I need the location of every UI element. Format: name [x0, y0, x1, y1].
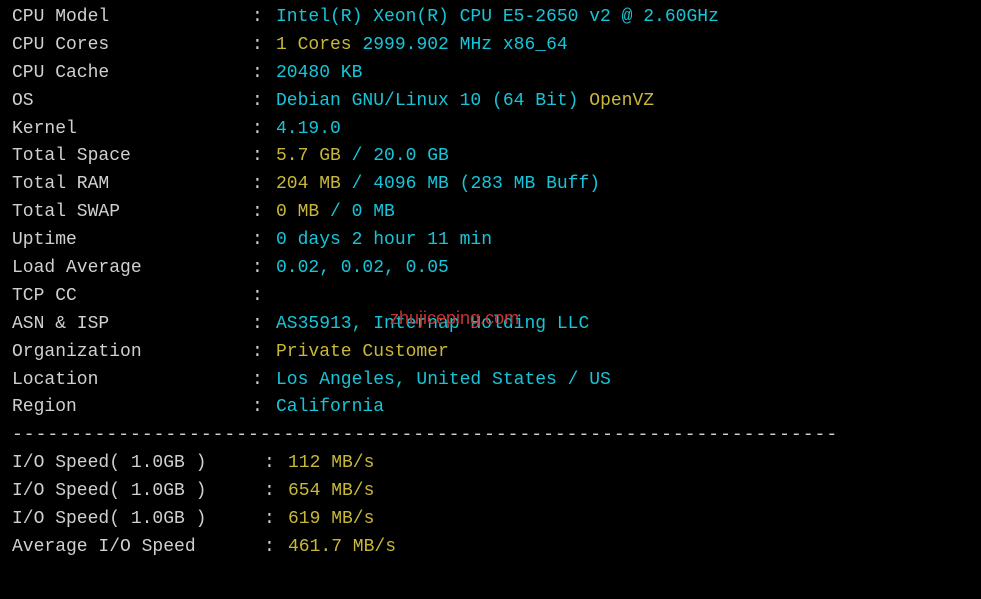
cpu-model-label: CPU Model [12, 4, 252, 32]
cpu-model-value: Intel(R) Xeon(R) CPU E5-2650 v2 @ 2.60GH… [276, 4, 719, 32]
total-space-used: 5.7 GB [276, 143, 341, 171]
region-row: Region: California [12, 394, 969, 422]
os-virt: OpenVZ [589, 88, 654, 116]
io-speed-value: 654 MB/s [288, 478, 374, 506]
cpu-cores-label: CPU Cores [12, 32, 252, 60]
load-avg-value: 0.02, 0.02, 0.05 [276, 255, 449, 283]
asn-isp-label: ASN & ISP [12, 311, 252, 339]
total-swap-label: Total SWAP [12, 199, 252, 227]
location-value: Los Angeles, United States / US [276, 367, 611, 395]
colon: : [252, 88, 276, 116]
io-speed-value: 112 MB/s [288, 450, 374, 478]
watermark-text: zhujiceping.com [390, 305, 519, 333]
os-name: Debian GNU/Linux 10 (64 Bit) [276, 88, 578, 116]
colon: : [252, 143, 276, 171]
cpu-cores-freq [352, 32, 363, 60]
organization-label: Organization [12, 339, 252, 367]
io-average-value: 461.7 MB/s [288, 534, 396, 562]
colon: : [252, 199, 276, 227]
colon: : [252, 60, 276, 88]
uptime-value: 0 days 2 hour 11 min [276, 227, 492, 255]
colon: : [252, 367, 276, 395]
organization-value: Private Customer [276, 339, 449, 367]
io-speed-row-3: I/O Speed( 1.0GB ): 619 MB/s [12, 506, 969, 534]
total-space-label: Total Space [12, 143, 252, 171]
colon: : [264, 506, 288, 534]
colon: : [252, 283, 276, 311]
colon: : [252, 32, 276, 60]
location-row: Location: Los Angeles, United States / U… [12, 367, 969, 395]
total-ram-total: 4096 MB [373, 171, 449, 199]
colon: : [252, 227, 276, 255]
os-row: OS: Debian GNU/Linux 10 (64 Bit) OpenVZ [12, 88, 969, 116]
total-ram-label: Total RAM [12, 171, 252, 199]
colon: : [264, 478, 288, 506]
io-average-row: Average I/O Speed: 461.7 MB/s [12, 534, 969, 562]
cpu-cores-row: CPU Cores: 1 Cores 2999.902 MHz x86_64 [12, 32, 969, 60]
io-speed-value: 619 MB/s [288, 506, 374, 534]
cpu-cache-value: 20480 KB [276, 60, 362, 88]
io-speed-row-1: I/O Speed( 1.0GB ): 112 MB/s [12, 450, 969, 478]
colon: : [252, 394, 276, 422]
cpu-cache-row: CPU Cache: 20480 KB [12, 60, 969, 88]
total-space-row: Total Space: 5.7 GB / 20.0 GB [12, 143, 969, 171]
kernel-value: 4.19.0 [276, 116, 341, 144]
os-label: OS [12, 88, 252, 116]
total-space-total: 20.0 GB [373, 143, 449, 171]
io-speed-label: I/O Speed( 1.0GB ) [12, 450, 264, 478]
load-avg-label: Load Average [12, 255, 252, 283]
total-swap-total: 0 MB [352, 199, 395, 227]
uptime-row: Uptime: 0 days 2 hour 11 min [12, 227, 969, 255]
kernel-label: Kernel [12, 116, 252, 144]
total-ram-buff: (283 MB Buff) [460, 171, 600, 199]
total-swap-used: 0 MB [276, 199, 319, 227]
kernel-row: Kernel: 4.19.0 [12, 116, 969, 144]
colon: : [252, 171, 276, 199]
uptime-label: Uptime [12, 227, 252, 255]
section-divider: ----------------------------------------… [12, 422, 969, 450]
colon: : [252, 4, 276, 32]
colon: : [252, 116, 276, 144]
cpu-cache-label: CPU Cache [12, 60, 252, 88]
colon: : [252, 339, 276, 367]
region-label: Region [12, 394, 252, 422]
load-avg-row: Load Average: 0.02, 0.02, 0.05 [12, 255, 969, 283]
cpu-cores-count: 1 Cores [276, 32, 352, 60]
colon: : [264, 534, 288, 562]
total-ram-row: Total RAM: 204 MB / 4096 MB (283 MB Buff… [12, 171, 969, 199]
total-swap-row: Total SWAP: 0 MB / 0 MB [12, 199, 969, 227]
io-average-label: Average I/O Speed [12, 534, 264, 562]
colon: : [252, 255, 276, 283]
io-speed-label: I/O Speed( 1.0GB ) [12, 506, 264, 534]
io-speed-row-2: I/O Speed( 1.0GB ): 654 MB/s [12, 478, 969, 506]
cpu-cores-freq-val: 2999.902 MHz x86_64 [362, 32, 567, 60]
location-label: Location [12, 367, 252, 395]
total-ram-used: 204 MB [276, 171, 341, 199]
region-value: California [276, 394, 384, 422]
io-speed-label: I/O Speed( 1.0GB ) [12, 478, 264, 506]
tcp-cc-label: TCP CC [12, 283, 252, 311]
organization-row: Organization: Private Customer [12, 339, 969, 367]
colon: : [252, 311, 276, 339]
colon: : [264, 450, 288, 478]
cpu-model-row: CPU Model: Intel(R) Xeon(R) CPU E5-2650 … [12, 4, 969, 32]
